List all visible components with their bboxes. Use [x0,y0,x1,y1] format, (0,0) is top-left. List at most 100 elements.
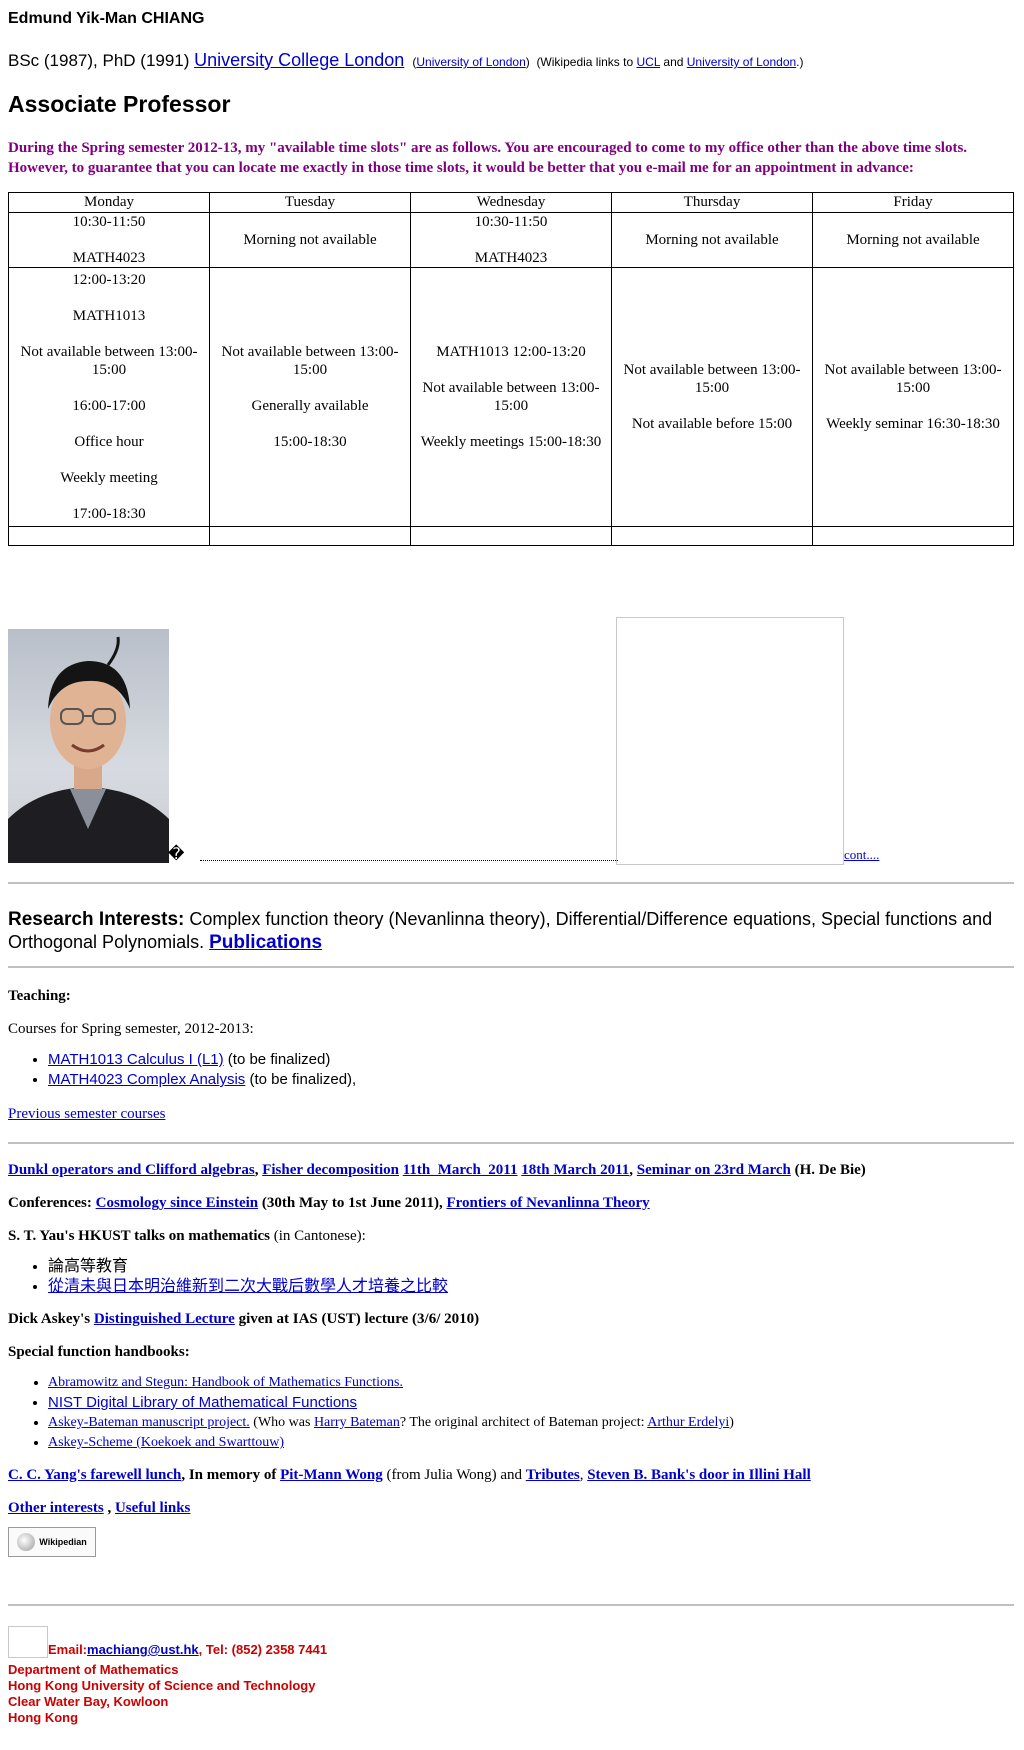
wong-link[interactable]: Pit-Mann Wong [280,1467,383,1483]
schedule-cell: MATH1013 12:00-13:20 Not available betwe… [410,267,612,527]
list-item: Askey-Scheme (Koekoek and Swarttouw) [48,1433,1014,1453]
schedule-table: Monday Tuesday Wednesday Thursday Friday… [8,192,1014,546]
cosmology-link[interactable]: Cosmology since Einstein [96,1195,259,1211]
march18-link[interactable]: 18th March 2011 [521,1162,629,1178]
handbook-link[interactable]: Askey-Bateman manuscript project. [48,1415,250,1430]
list-item: MATH1013 Calculus I (L1) (to be finalize… [48,1050,1014,1070]
cell-line: Not available between 13:00-15:00 [623,362,801,396]
cell-line: Not available between 13:00-15:00 [20,344,198,378]
wikipedia-globe-icon [17,1533,36,1551]
bank-door-link[interactable]: Steven B. Bank's door in Illini Hall [587,1467,811,1483]
email-image-placeholder [8,1626,48,1658]
schedule-cell: 10:30-11:50 MATH4023 [8,212,210,268]
cell-line: MATH1013 [72,308,146,324]
wiki-ucl-link[interactable]: UCL [636,55,660,69]
cell-line: Morning not available [645,232,779,248]
useful-links-link[interactable]: Useful links [115,1500,190,1516]
frontiers-link[interactable]: Frontiers of Nevanlinna Theory [446,1195,649,1211]
schedule-cell-empty [410,526,612,546]
cell-line: 17:00-18:30 [72,506,146,522]
dotted-divider [200,860,618,861]
tel-text: , Tel: (852) 2358 7441 [198,1642,328,1657]
course-link[interactable]: MATH1013 Calculus I (L1) [48,1051,224,1068]
yau-lang: (in Cantonese): [273,1228,366,1244]
cell-line: MATH4023 [474,250,548,266]
erdelyi-link[interactable]: Arthur Erdelyi [647,1415,729,1430]
portrait-photo [8,629,169,863]
tributes-link[interactable]: Tributes [526,1467,580,1483]
wiki-uol-link[interactable]: University of London [687,55,796,69]
ucl-link[interactable]: University College London [194,50,404,70]
schedule-cell-empty [209,526,411,546]
portrait-illustration [8,636,169,863]
from-julia-text: (from Julia Wong) and [386,1467,523,1483]
page: Edmund Yik-Man CHIANG BSc (1987), PhD (1… [8,10,1014,1725]
wiki-note-prefix: (Wikipedia links to [536,55,634,69]
availability-notice: During the Spring semester 2012-13, my "… [8,140,968,176]
dunkl-link[interactable]: Dunkl operators and Clifford algebras [8,1162,255,1178]
yang-lunch-link[interactable]: C. C. Yang's farewell lunch [8,1467,181,1483]
askey-lecture-link[interactable]: Distinguished Lecture [94,1311,235,1327]
cell-line: Weekly seminar 16:30-18:30 [826,416,1000,432]
contact-section: Email:machiang@ust.hk, Tel: (852) 2358 7… [8,1626,1014,1726]
cell-line: Office hour [74,434,144,450]
other-interests-link[interactable]: Other interests [8,1500,104,1516]
day-header: Wednesday [410,192,612,213]
cell-line: 10:30-11:50 [72,214,146,230]
hb3-mid: ? The original architect of Bateman proj… [399,1415,645,1430]
cell-line: MATH4023 [72,250,146,266]
seminar-link[interactable]: Seminar on 23rd March [637,1162,791,1178]
cell-line: 16:00-17:00 [72,398,146,414]
email-label: Email: [48,1642,88,1657]
email-link[interactable]: machiang@ust.hk [87,1642,199,1657]
course-link[interactable]: MATH4023 Complex Analysis [48,1071,245,1088]
cell-line: MATH1013 12:00-13:20 [436,344,586,360]
degrees-line: BSc (1987), PhD (1991) University Colleg… [8,50,804,70]
other-links-line: Other interests , Useful links [8,1500,191,1516]
yau-talk-link[interactable]: 從清未與日本明治維新到二次大戰后數學人才培養之比較 [48,1278,448,1295]
schedule-cell: Morning not available [812,212,1014,268]
schedule-cell-empty [611,526,813,546]
tributes-line: C. C. Yang's farewell lunch, In memory o… [8,1467,811,1483]
divider [8,966,1014,968]
hb3-end: ) [729,1415,734,1430]
cell-line: Not available between 13:00-15:00 [221,344,399,378]
address-line2: Hong Kong [8,1710,79,1725]
cell-line: 12:00-13:20 [72,272,146,288]
wikipedian-badge[interactable]: Wikipedian [8,1527,96,1557]
cell-line: 15:00-18:30 [273,434,347,450]
handbook-link[interactable]: NIST Digital Library of Mathematical Fun… [48,1394,357,1411]
day-header: Friday [812,192,1014,213]
publications-link[interactable]: Publications [209,932,322,953]
degrees-text: BSc (1987), PhD (1991) [8,51,190,70]
bateman-link[interactable]: Harry Bateman [314,1415,400,1430]
fisher-link[interactable]: Fisher decomposition [262,1162,399,1178]
person-name: Edmund Yik-Man CHIANG [8,10,205,27]
yau-line: S. T. Yau's HKUST talks on mathematics (… [8,1228,1014,1245]
schedule-cell: Morning not available [209,212,411,268]
divider [8,882,1014,884]
handbooks-heading: Special function handbooks: [8,1344,190,1360]
email-line: Email:machiang@ust.hk, Tel: (852) 2358 7… [8,1626,1014,1658]
dunkl-line: Dunkl operators and Clifford algebras, F… [8,1162,866,1178]
conferences-line: Conferences: Cosmology since Einstein (3… [8,1195,1014,1212]
list-item: Abramowitz and Stegun: Handbook of Mathe… [48,1373,1014,1393]
day-header: Monday [8,192,210,213]
cell-line: Not available between 13:00-15:00 [422,380,600,414]
wikipedian-label: Wikipedian [39,1537,87,1547]
previous-courses-link[interactable]: Previous semester courses [8,1106,165,1122]
handbook-link[interactable]: Abramowitz and Stegun: Handbook of Mathe… [48,1375,403,1390]
cell-line: 10:30-11:50 [474,214,548,230]
wiki-note-suffix: .) [796,55,804,69]
courses-list: MATH1013 Calculus I (L1) (to be finalize… [8,1050,1014,1090]
uol-link[interactable]: University of London [416,55,525,69]
handbook-link[interactable]: Askey-Scheme (Koekoek and Swarttouw) [48,1435,284,1450]
cell-line: Generally available [251,398,369,414]
march11-link[interactable]: 11th_March_2011 [403,1162,518,1178]
research-heading: Research Interests: [8,909,185,930]
list-item: NIST Digital Library of Mathematical Fun… [48,1393,1014,1413]
cosmology-dates: (30th May to 1st June 2011), [261,1195,443,1211]
wikipedian-badge-wrap: Wikipedian [8,1527,1014,1557]
course-note: (to be finalized), [249,1071,357,1088]
cont-link[interactable]: cont.... [844,847,879,863]
